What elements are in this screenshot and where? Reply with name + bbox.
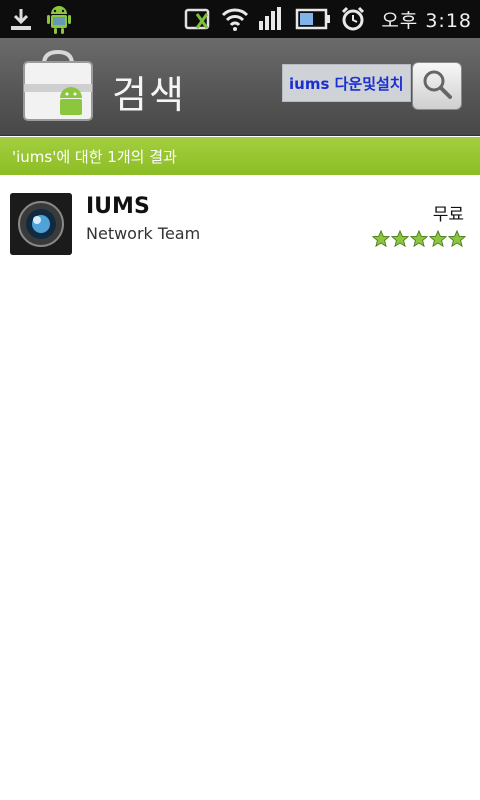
star-icon [410,230,428,248]
app-icon [10,193,72,255]
search-button[interactable] [412,62,462,110]
search-query-label: iums 다운및설치 [282,64,411,102]
app-header: 검색 iums 다운및설치 [0,38,480,136]
status-bar: 오후 3:18 [0,0,480,38]
wifi-icon [221,6,249,32]
app-developer: Network Team [86,224,201,243]
magnifier-icon [420,67,454,105]
star-icon [372,230,390,248]
market-bag-icon [18,46,98,126]
star-icon [391,230,409,248]
page-title: 검색 [112,73,186,117]
app-name: IUMS [86,194,150,219]
download-icon [8,5,34,33]
alarm-icon [339,5,367,33]
star-icon [448,230,466,248]
battery-icon [295,6,331,32]
app-price: 무료 [432,205,464,225]
status-clock: 오후 3:18 [381,9,472,32]
star-icon [429,230,447,248]
sim-icon [183,6,213,32]
results-count-banner: 'iums'에 대한 1개의 결과 [0,137,480,175]
list-item[interactable]: IUMS Network Team 무료 [0,176,480,266]
signal-icon [257,6,287,32]
android-icon [44,2,74,36]
star-rating [372,230,466,248]
